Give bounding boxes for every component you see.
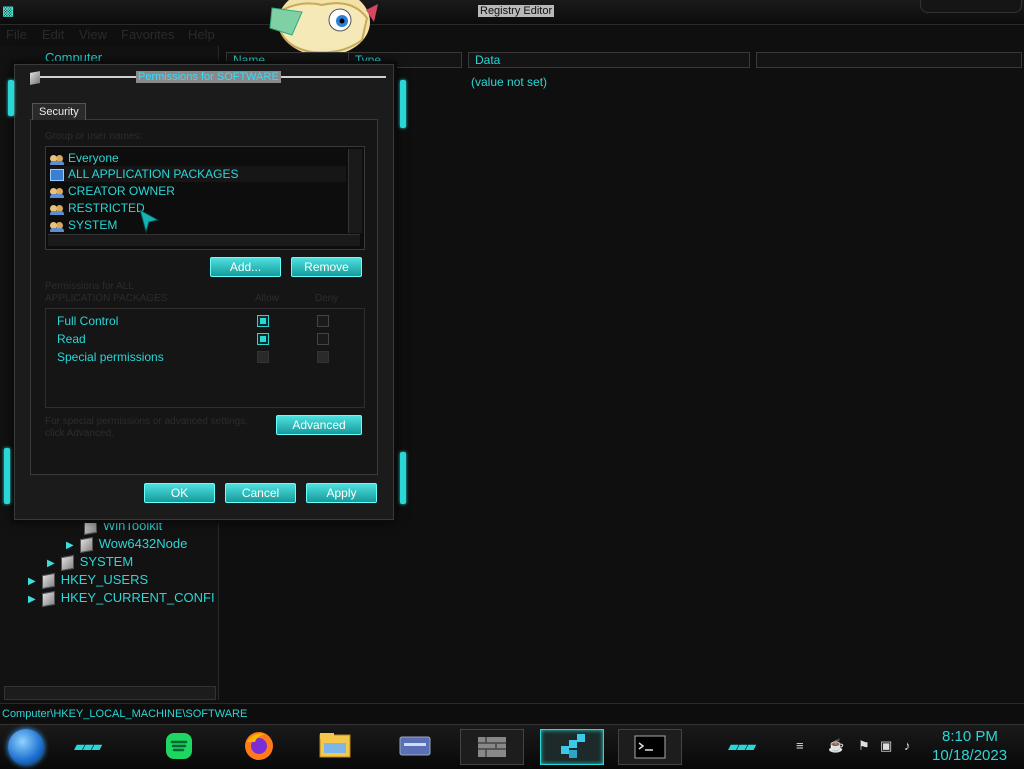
mouse-cursor-icon bbox=[139, 208, 160, 234]
advanced-hint-line1: For special permissions or advanced sett… bbox=[45, 416, 248, 427]
cancel-button[interactable]: Cancel bbox=[225, 483, 296, 503]
expand-arrow-icon[interactable]: ▶ bbox=[28, 576, 36, 587]
registry-key-icon bbox=[79, 536, 93, 553]
tree-item-hkey-current-config[interactable]: ▶ HKEY_CURRENT_CONFI bbox=[28, 590, 215, 607]
tree-item-hkey-users[interactable]: ▶ HKEY_USERS bbox=[28, 572, 148, 589]
tray-stack-icon[interactable]: ≡ bbox=[796, 738, 804, 753]
allow-column-label: Allow bbox=[255, 293, 279, 304]
card-icon bbox=[399, 736, 431, 756]
apply-button[interactable]: Apply bbox=[306, 483, 377, 503]
full-control-allow-checkbox[interactable] bbox=[257, 315, 269, 327]
users-icon bbox=[50, 153, 64, 165]
special-deny-checkbox bbox=[317, 351, 329, 363]
advanced-hint-line2: click Advanced. bbox=[45, 428, 114, 439]
menu-edit[interactable]: Edit bbox=[42, 27, 64, 42]
clock-time[interactable]: 8:10 PM bbox=[942, 728, 998, 745]
default-value-data[interactable]: (value not set) bbox=[471, 75, 547, 89]
user-row-restricted[interactable]: RESTRICTED bbox=[50, 200, 145, 216]
registry-editor-icon bbox=[561, 734, 585, 758]
deny-column-label: Deny bbox=[315, 293, 339, 304]
expand-arrow-icon[interactable]: ▶ bbox=[66, 540, 74, 551]
expand-arrow-icon[interactable]: ▶ bbox=[28, 594, 36, 605]
tray-network-icon[interactable]: ▣ bbox=[880, 738, 892, 754]
column-header-data[interactable]: Data bbox=[468, 52, 750, 68]
wall-icon bbox=[478, 737, 506, 757]
user-row-everyone[interactable]: Everyone bbox=[50, 150, 119, 166]
taskbar-registry-editor[interactable] bbox=[540, 729, 604, 765]
tree-item-wow6432node[interactable]: ▶ Wow6432Node bbox=[66, 536, 187, 553]
dialog-accent-left-top bbox=[8, 80, 14, 116]
registry-key-icon bbox=[30, 71, 40, 85]
spotify-icon bbox=[166, 733, 192, 759]
registry-app-icon[interactable]: ▩ bbox=[2, 3, 18, 19]
special-allow-checkbox bbox=[257, 351, 269, 363]
menu-favorites[interactable]: Favorites bbox=[121, 27, 174, 42]
tree-item-system[interactable]: ▶ SYSTEM bbox=[47, 554, 133, 571]
taskbar-firefox[interactable] bbox=[228, 729, 290, 763]
firefox-icon bbox=[245, 732, 273, 760]
window-controls[interactable] bbox=[920, 0, 1022, 13]
user-list-vertical-scrollbar[interactable] bbox=[348, 149, 362, 233]
users-icon bbox=[50, 186, 64, 198]
read-allow-checkbox[interactable] bbox=[257, 333, 269, 345]
user-row-all-application-packages[interactable]: ALL APPLICATION PACKAGES bbox=[50, 166, 346, 182]
add-button[interactable]: Add... bbox=[210, 257, 281, 277]
column-header-empty bbox=[756, 52, 1022, 68]
clock-date[interactable]: 10/18/2023 bbox=[932, 747, 1007, 764]
registry-key-icon bbox=[60, 554, 74, 571]
taskbar-wall-app[interactable] bbox=[460, 729, 524, 765]
tree-horizontal-scrollbar[interactable] bbox=[4, 686, 216, 700]
tray-java-icon[interactable]: ☕ bbox=[828, 738, 844, 754]
expand-arrow-icon[interactable]: ▶ bbox=[47, 558, 55, 569]
taskbar-card-app[interactable] bbox=[384, 729, 446, 763]
dialog-accent-right-bottom bbox=[400, 452, 406, 504]
tree-root-computer[interactable]: Computer bbox=[45, 50, 102, 65]
menu-file[interactable]: File bbox=[6, 27, 27, 42]
group-label: Group or user names: bbox=[45, 131, 143, 142]
user-row-creator-owner[interactable]: CREATOR OWNER bbox=[50, 183, 175, 199]
perm-label-read: Read bbox=[57, 332, 86, 346]
tree-item-wintoolkit[interactable]: WinToolkit bbox=[84, 518, 162, 535]
taskbar-command-prompt[interactable] bbox=[618, 729, 682, 765]
package-icon bbox=[50, 168, 64, 181]
menu-view[interactable]: View bbox=[79, 27, 107, 42]
tab-security[interactable]: Security bbox=[32, 103, 86, 120]
taskbar-spotify[interactable] bbox=[148, 729, 210, 763]
taskbar-decor-dots-icon: ▰▰▰ bbox=[74, 738, 102, 754]
start-button[interactable] bbox=[8, 729, 44, 765]
permissions-header-line2: APPLICATION PACKAGES bbox=[45, 293, 168, 304]
perm-label-full-control: Full Control bbox=[57, 314, 119, 328]
menu-help[interactable]: Help bbox=[188, 27, 215, 42]
menu-bar: File Edit View Favorites Help bbox=[0, 24, 440, 46]
users-icon bbox=[50, 203, 64, 215]
perm-label-special: Special permissions bbox=[57, 350, 164, 364]
tray-volume-icon[interactable]: ♪ bbox=[904, 738, 911, 753]
remove-button[interactable]: Remove bbox=[291, 257, 362, 277]
dialog-accent-left-bottom bbox=[4, 448, 10, 504]
registry-key-icon bbox=[84, 518, 97, 535]
taskbar-file-explorer[interactable] bbox=[304, 729, 366, 763]
window-title: Registry Editor bbox=[478, 5, 555, 17]
advanced-button[interactable]: Advanced bbox=[276, 415, 362, 435]
dialog-accent-right-top bbox=[400, 80, 406, 128]
taskbar-decor-dots-right-icon: ▰▰▰ bbox=[728, 738, 756, 754]
registry-key-icon bbox=[41, 590, 55, 607]
user-row-system[interactable]: SYSTEM bbox=[50, 217, 117, 233]
file-explorer-icon bbox=[319, 733, 351, 758]
permissions-header-line1: Permissions for ALL bbox=[45, 281, 134, 292]
read-deny-checkbox[interactable] bbox=[317, 333, 329, 345]
user-list-horizontal-scrollbar[interactable] bbox=[48, 234, 360, 246]
tray-flag-icon[interactable]: ⚑ bbox=[858, 738, 870, 754]
command-prompt-icon bbox=[634, 735, 666, 759]
dialog-title: Permissions for SOFTWARE bbox=[136, 71, 281, 83]
users-icon bbox=[50, 220, 64, 232]
status-path: Computer\HKEY_LOCAL_MACHINE\SOFTWARE bbox=[2, 708, 248, 720]
full-control-deny-checkbox[interactable] bbox=[317, 315, 329, 327]
registry-key-icon bbox=[41, 572, 55, 589]
ok-button[interactable]: OK bbox=[144, 483, 215, 503]
